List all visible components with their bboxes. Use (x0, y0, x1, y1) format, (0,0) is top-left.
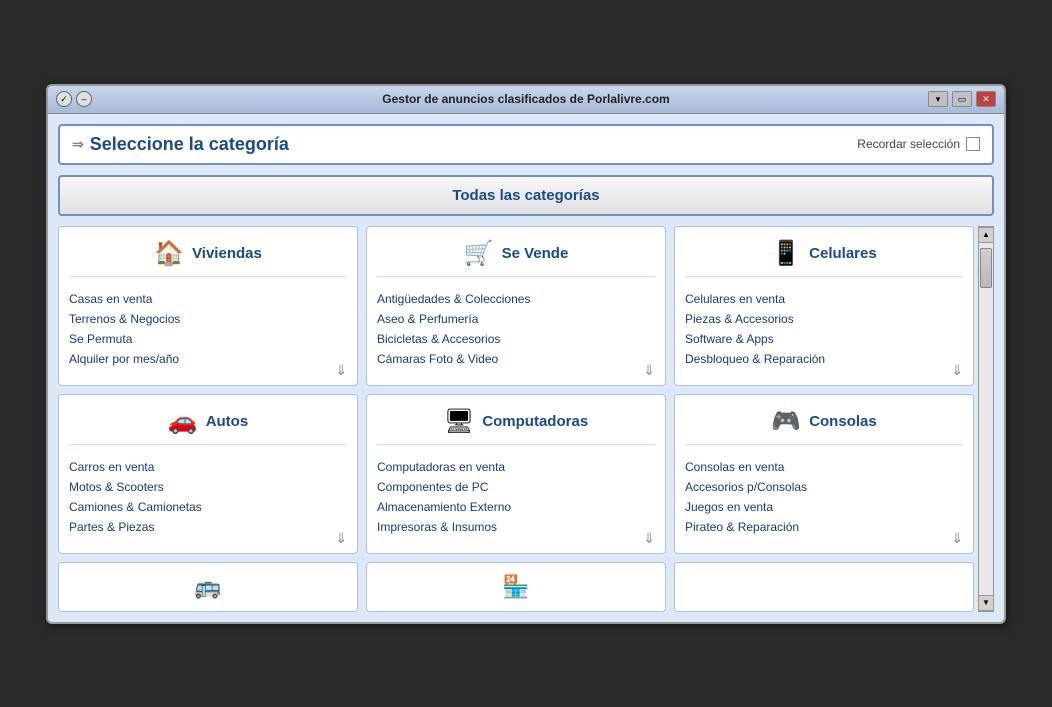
category-header-2: 📱 Celulares (685, 239, 963, 277)
header-arrow-icon: ⇒ (72, 136, 84, 153)
category-icon-4: 🖥 (444, 407, 474, 436)
category-header-1: 🛒 Se Vende (377, 239, 655, 277)
category-item-4-0[interactable]: Computadoras en venta (377, 457, 655, 477)
partial-row: 🚌 🏪 (58, 562, 974, 612)
category-card-5: 🎮 Consolas Consolas en ventaAccesorios p/C… (674, 394, 974, 554)
content-area: 🏠 Viviendas Casas en ventaTerrenos & Negoc… (58, 226, 994, 612)
titlebar-left: ✓ – (56, 91, 92, 107)
category-items-4: Computadoras en ventaComponentes de PCAl… (377, 457, 655, 537)
category-item-5-1[interactable]: Accesorios p/Consolas (685, 477, 963, 497)
window-title: Gestor de anuncios clasificados de Porla… (382, 92, 669, 106)
category-header-4: 🖥 Computadoras (377, 407, 655, 445)
category-name-2: Celulares (809, 245, 877, 262)
category-card-1: 🛒 Se Vende Antigüedades & ColeccionesAseo … (366, 226, 666, 386)
scroll-up-button[interactable]: ▲ (978, 227, 994, 243)
scroll-down-button[interactable]: ▼ (978, 595, 994, 611)
category-item-4-2[interactable]: Almacenamiento Externo (377, 497, 655, 517)
category-item-1-2[interactable]: Bicicletas & Accesorios (377, 329, 655, 349)
minimize-button[interactable]: ✓ (56, 91, 72, 107)
category-item-2-1[interactable]: Piezas & Accesorios (685, 309, 963, 329)
category-item-5-0[interactable]: Consolas en venta (685, 457, 963, 477)
category-item-4-1[interactable]: Componentes de PC (377, 477, 655, 497)
category-icon-3: 🚗 (168, 407, 198, 436)
card-down-arrow-2: ⇓ (951, 362, 963, 379)
category-icon-5: 🎮 (771, 407, 801, 436)
partial-card-1: 🚌 (58, 562, 358, 612)
category-card-3: 🚗 Autos Carros en ventaMotos & ScootersCam… (58, 394, 358, 554)
scrollbar-track[interactable] (979, 243, 993, 595)
category-item-0-1[interactable]: Terrenos & Negocios (69, 309, 347, 329)
category-item-5-2[interactable]: Juegos en venta (685, 497, 963, 517)
category-items-3: Carros en ventaMotos & ScootersCamiones … (69, 457, 347, 537)
category-item-2-2[interactable]: Software & Apps (685, 329, 963, 349)
category-name-5: Consolas (809, 413, 877, 430)
card-down-arrow-4: ⇓ (643, 530, 655, 547)
partial-icon-1: 🚌 (194, 574, 221, 600)
window-body: ⇒ Seleccione la categoría Recordar selec… (48, 114, 1004, 622)
close-small-icon: – (81, 94, 86, 104)
close-button-small[interactable]: – (76, 91, 92, 107)
categories-grid: 🏠 Viviendas Casas en ventaTerrenos & Negoc… (58, 226, 974, 554)
categories-grid-wrapper: 🏠 Viviendas Casas en ventaTerrenos & Negoc… (58, 226, 974, 612)
category-item-3-3[interactable]: Partes & Piezas (69, 517, 347, 537)
header-title-area: ⇒ Seleccione la categoría (72, 134, 289, 155)
category-item-1-1[interactable]: Aseo & Perfumería (377, 309, 655, 329)
card-down-arrow-1: ⇓ (643, 362, 655, 379)
remember-label: Recordar selección (857, 137, 960, 151)
category-item-3-1[interactable]: Motos & Scooters (69, 477, 347, 497)
category-icon-0: 🏠 (154, 239, 184, 268)
category-icon-2: 📱 (771, 239, 801, 268)
maximize-button[interactable]: ▭ (952, 91, 972, 107)
category-header-5: 🎮 Consolas (685, 407, 963, 445)
category-name-3: Autos (206, 413, 249, 430)
remember-area: Recordar selección (857, 137, 980, 151)
category-item-2-0[interactable]: Celulares en venta (685, 289, 963, 309)
category-item-0-3[interactable]: Alquiler por mes/año (69, 349, 347, 369)
category-card-0: 🏠 Viviendas Casas en ventaTerrenos & Negoc… (58, 226, 358, 386)
category-name-4: Computadoras (482, 413, 588, 430)
category-item-1-0[interactable]: Antigüedades & Colecciones (377, 289, 655, 309)
category-item-5-3[interactable]: Pirateo & Reparación (685, 517, 963, 537)
scrollbar: ▲ ▼ (978, 226, 994, 612)
category-item-2-3[interactable]: Desbloqueo & Reparación (685, 349, 963, 369)
header-title-text: Seleccione la categoría (90, 134, 289, 155)
partial-card-3 (674, 562, 974, 612)
remember-checkbox[interactable] (966, 137, 980, 151)
card-down-arrow-5: ⇓ (951, 530, 963, 547)
card-down-arrow-3: ⇓ (335, 530, 347, 547)
category-item-4-3[interactable]: Impresoras & Insumos (377, 517, 655, 537)
category-items-0: Casas en ventaTerrenos & NegociosSe Perm… (69, 289, 347, 369)
titlebar-controls: ▾ ▭ ✕ (928, 91, 996, 107)
category-item-1-3[interactable]: Cámaras Foto & Video (377, 349, 655, 369)
category-name-0: Viviendas (192, 245, 262, 262)
category-card-2: 📱 Celulares Celulares en ventaPiezas & Acc… (674, 226, 974, 386)
category-header-3: 🚗 Autos (69, 407, 347, 445)
category-items-5: Consolas en ventaAccesorios p/ConsolasJu… (685, 457, 963, 537)
scrollbar-thumb[interactable] (980, 248, 992, 288)
titlebar: ✓ – Gestor de anuncios clasificados de P… (48, 86, 1004, 114)
close-button[interactable]: ✕ (976, 91, 996, 107)
category-item-3-2[interactable]: Camiones & Camionetas (69, 497, 347, 517)
main-window: ✓ – Gestor de anuncios clasificados de P… (46, 84, 1006, 624)
category-card-4: 🖥 Computadoras Computadoras en ventaCompon… (366, 394, 666, 554)
category-item-3-0[interactable]: Carros en venta (69, 457, 347, 477)
header-bar: ⇒ Seleccione la categoría Recordar selec… (58, 124, 994, 165)
all-categories-button[interactable]: Todas las categorías (58, 175, 994, 216)
category-icon-1: 🛒 (464, 239, 494, 268)
category-item-0-2[interactable]: Se Permuta (69, 329, 347, 349)
minimize-icon: ✓ (60, 94, 68, 105)
category-items-2: Celulares en ventaPiezas & AccesoriosSof… (685, 289, 963, 369)
partial-card-2: 🏪 (366, 562, 666, 612)
rollup-button[interactable]: ▾ (928, 91, 948, 107)
category-name-1: Se Vende (502, 245, 569, 262)
category-header-0: 🏠 Viviendas (69, 239, 347, 277)
partial-icon-2: 🏪 (502, 574, 529, 600)
card-down-arrow-0: ⇓ (335, 362, 347, 379)
category-items-1: Antigüedades & ColeccionesAseo & Perfume… (377, 289, 655, 369)
category-item-0-0[interactable]: Casas en venta (69, 289, 347, 309)
